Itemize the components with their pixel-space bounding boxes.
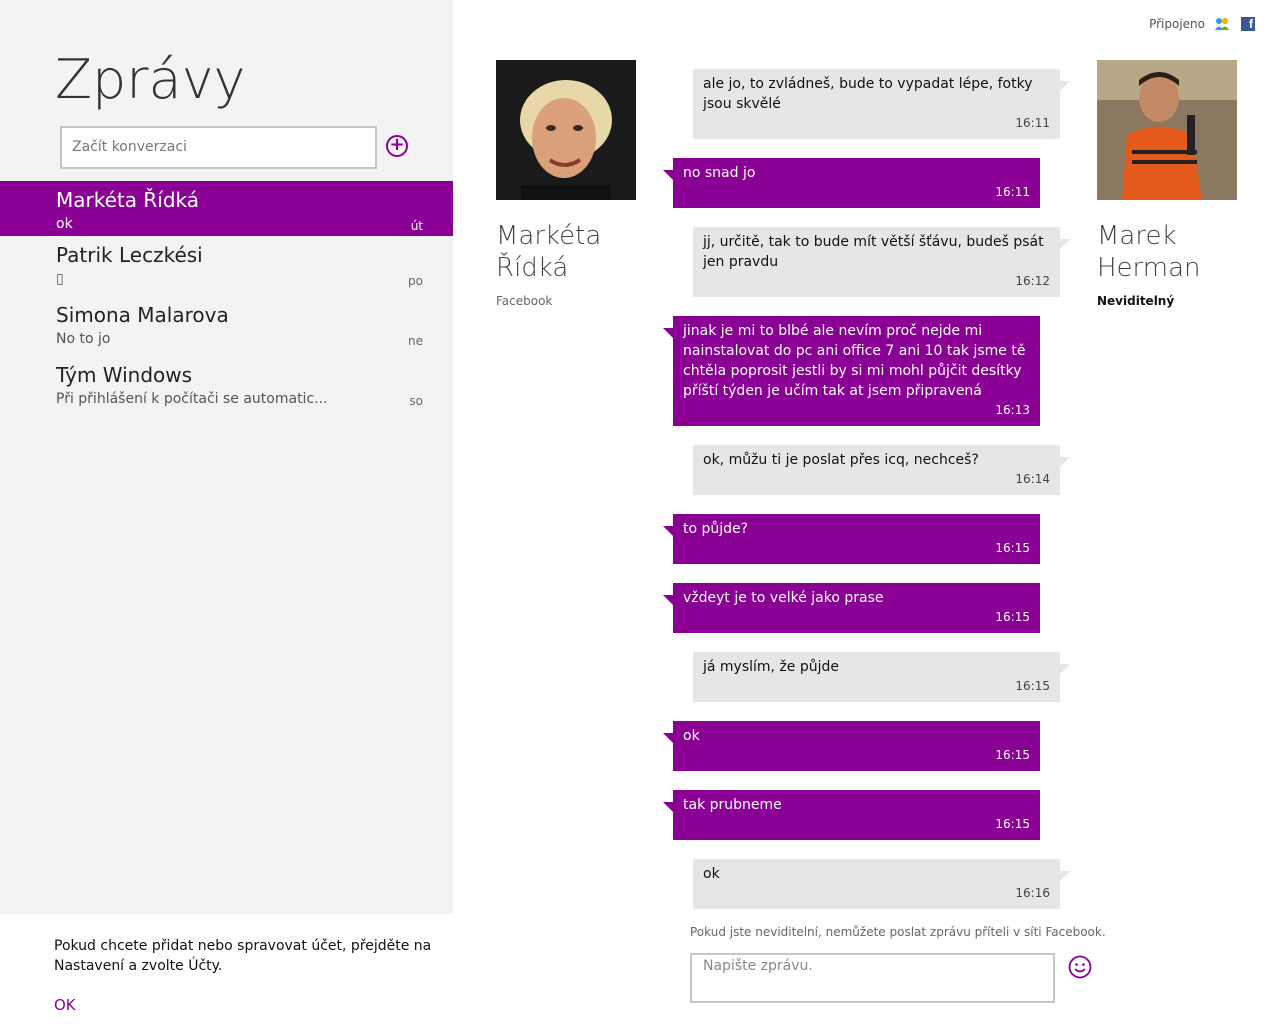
conversation-item[interactable]: Markéta Řídká ok út <box>0 181 453 236</box>
emoji-icon[interactable] <box>1068 955 1092 979</box>
message-text: ok, můžu ti je poslat přes icq, nechceš? <box>703 452 979 468</box>
message-incoming[interactable]: jj, určitě, tak to bude mít větší šťávu,… <box>693 227 1070 297</box>
conversation-name: Markéta Řídká <box>56 188 199 212</box>
message-text: jj, určitě, tak to bude mít větší šťávu,… <box>703 234 1044 270</box>
contact-card-right: Marek Herman Neviditelný <box>1097 60 1247 308</box>
message-text: no snad jo <box>683 165 756 181</box>
message-time: 16:15 <box>995 610 1030 624</box>
message-outgoing[interactable]: to půjde? 16:15 <box>663 514 1040 564</box>
message-incoming[interactable]: ok, můžu ti je poslat přes icq, nechceš?… <box>693 445 1070 495</box>
contact-network: Facebook <box>496 294 553 308</box>
message-text: ok <box>683 728 700 744</box>
contact-photo[interactable] <box>1097 60 1237 200</box>
conversation-preview: ▯ <box>56 271 64 287</box>
messenger-icon[interactable] <box>1214 16 1230 32</box>
contact-name: Markéta Řídká <box>496 221 602 283</box>
notice-ok-link[interactable]: OK <box>54 996 76 1014</box>
conversation-day: út <box>410 219 423 233</box>
message-outgoing[interactable]: jinak je mi to blbé ale nevím proč nejde… <box>663 316 1040 426</box>
plus-icon: + <box>389 134 405 155</box>
message-time: 16:15 <box>995 541 1030 555</box>
message-time: 16:13 <box>995 403 1030 417</box>
invisible-warning: Pokud jste neviditelní, nemůžete poslat … <box>690 925 1106 939</box>
message-incoming[interactable]: ok 16:16 <box>693 859 1070 909</box>
conversation-day: so <box>409 394 423 408</box>
message-time: 16:15 <box>995 748 1030 762</box>
message-time: 16:12 <box>1015 274 1050 288</box>
account-notice-text: Pokud chcete přidat nebo spravovat účet,… <box>54 938 432 974</box>
contact-status: Neviditelný <box>1097 294 1175 308</box>
message-time: 16:14 <box>1015 472 1050 486</box>
message-input[interactable]: Napište zprávu. <box>690 953 1055 1003</box>
message-text: tak prubneme <box>683 797 782 813</box>
contact-card-left: Markéta Řídká Facebook <box>496 60 646 308</box>
conversation-day: ne <box>408 334 423 348</box>
new-conversation-input[interactable]: Začít konverzaci <box>60 126 377 169</box>
message-incoming[interactable]: já myslím, že půjde 16:15 <box>693 652 1070 702</box>
add-conversation-button[interactable]: + <box>386 135 408 157</box>
conversation-name: Patrik Leczkési <box>56 243 203 267</box>
conversation-list: Markéta Řídká ok út Patrik Leczkési ▯ po… <box>0 181 453 416</box>
conversation-name: Tým Windows <box>56 363 193 387</box>
conversation-item[interactable]: Simona Malarova No to jo ne <box>0 296 453 356</box>
message-time: 16:15 <box>995 817 1030 831</box>
message-incoming[interactable]: ale jo, to zvládneš, bude to vypadat lép… <box>693 69 1070 139</box>
message-text: ok <box>703 866 720 882</box>
account-notice: Pokud chcete přidat nebo spravovat účet,… <box>0 914 453 1024</box>
message-outgoing[interactable]: tak prubneme 16:15 <box>663 790 1040 840</box>
message-outgoing[interactable]: no snad jo 16:11 <box>663 158 1040 208</box>
message-outgoing[interactable]: vždeyt je to velké jako prase 16:15 <box>663 583 1040 633</box>
message-text: jinak je mi to blbé ale nevím proč nejde… <box>683 323 1026 399</box>
message-text: ale jo, to zvládneš, bude to vypadat lép… <box>703 76 1033 112</box>
message-text: to půjde? <box>683 521 749 537</box>
message-text: vždeyt je to velké jako prase <box>683 590 884 606</box>
connection-status: Připojeno <box>1149 17 1205 31</box>
conversation-name: Simona Malarova <box>56 303 229 327</box>
page-title: Zprávy <box>55 48 246 111</box>
facebook-icon[interactable]: f <box>1241 17 1255 31</box>
message-outgoing[interactable]: ok 16:15 <box>663 721 1040 771</box>
conversation-preview: No to jo <box>56 331 111 347</box>
conversation-preview: Při přihlášení k počítači se automatic..… <box>56 391 328 407</box>
conversation-item[interactable]: Patrik Leczkési ▯ po <box>0 236 453 296</box>
contact-photo[interactable] <box>496 60 636 200</box>
conversation-day: po <box>408 274 423 288</box>
message-text: já myslím, že půjde <box>703 659 840 675</box>
message-time: 16:11 <box>995 185 1030 199</box>
conversation-item[interactable]: Tým Windows Při přihlášení k počítači se… <box>0 356 453 416</box>
message-time: 16:15 <box>1015 679 1050 693</box>
contact-name: Marek Herman <box>1097 221 1201 283</box>
conversation-sidebar: Zprávy Začít konverzaci + Markéta Řídká … <box>0 0 453 1024</box>
message-time: 16:11 <box>1015 116 1050 130</box>
message-time: 16:16 <box>1015 886 1050 900</box>
conversation-preview: ok <box>56 216 73 232</box>
